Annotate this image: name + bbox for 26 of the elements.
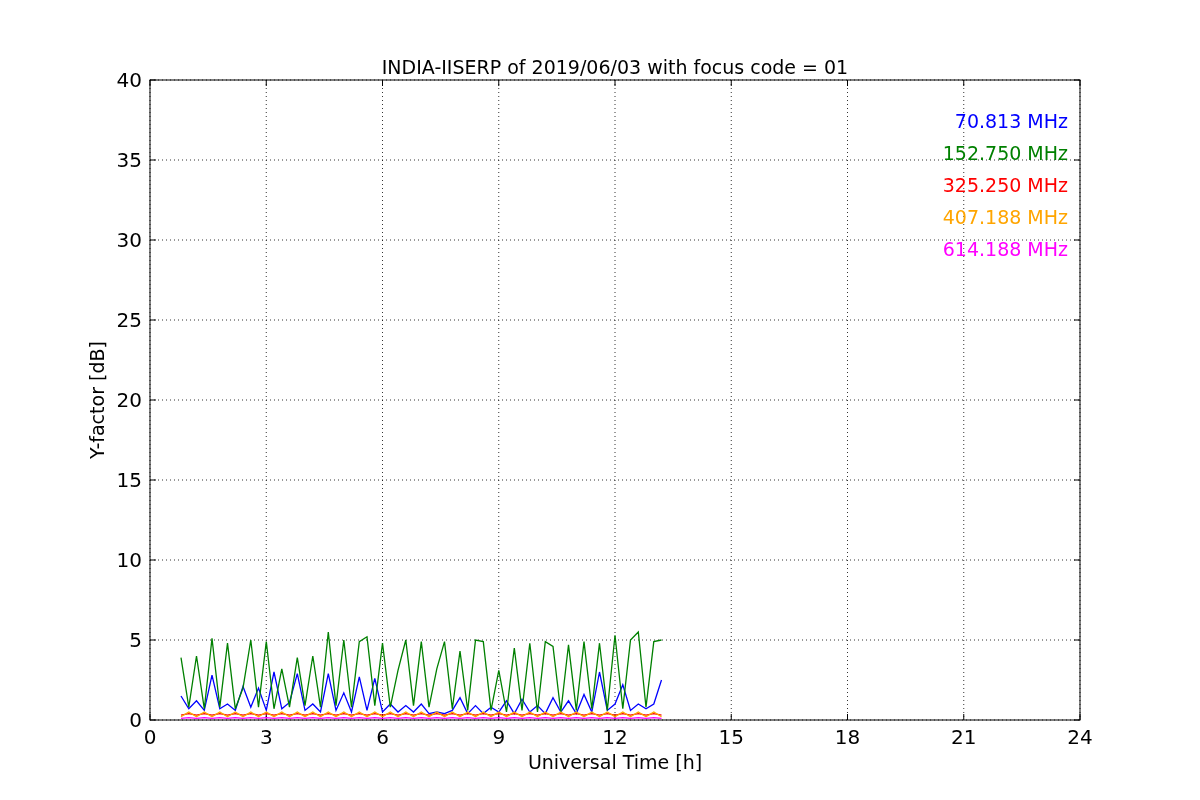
legend-label: 70.813 MHz [954, 110, 1068, 132]
x-tick-label: 0 [143, 725, 157, 749]
x-tick-label: 6 [376, 725, 389, 749]
legend-label: 614.188 MHz [942, 238, 1068, 260]
x-tick-label: 18 [834, 725, 861, 749]
y-tick-label: 5 [129, 628, 142, 652]
x-tick-label: 9 [492, 725, 506, 749]
y-tick-label: 15 [116, 468, 142, 492]
x-tick-label: 21 [951, 725, 977, 749]
x-tick-label: 12 [602, 725, 628, 749]
x-tick-label: 3 [259, 725, 273, 749]
y-tick-label: 25 [116, 308, 142, 332]
y-tick-label: 30 [116, 228, 142, 252]
x-axis-label: Universal Time [h] [527, 751, 703, 773]
legend-label: 325.250 MHz [942, 174, 1068, 196]
y-tick-label: 10 [116, 548, 142, 572]
x-tick-label: 24 [1067, 725, 1093, 749]
y-axis-label: Y-factor [dB] [86, 341, 108, 459]
legend-label: 407.188 MHz [942, 206, 1068, 228]
y-tick-label: 40 [116, 68, 142, 92]
x-tick-label: 15 [718, 725, 744, 749]
legend-label: 152.750 MHz [942, 142, 1068, 164]
y-tick-label: 20 [116, 388, 142, 412]
y-tick-label: 35 [116, 148, 142, 172]
y-tick-label: 0 [129, 708, 142, 732]
chart-title: INDIA-IISERP of 2019/06/03 with focus code = 01 [381, 56, 849, 78]
